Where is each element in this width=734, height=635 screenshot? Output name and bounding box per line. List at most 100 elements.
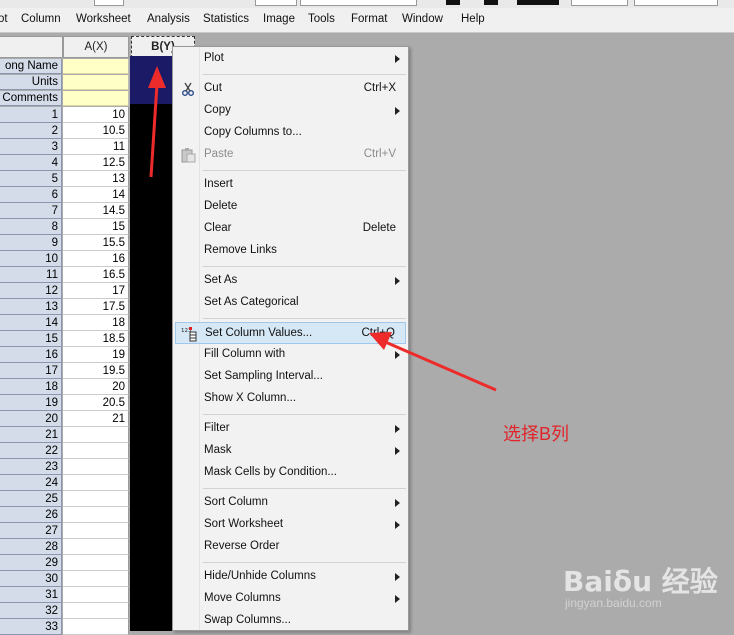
menu-item-insert[interactable]: Insert <box>175 174 406 196</box>
menu-image[interactable]: Image <box>263 13 295 25</box>
row-header[interactable]: 16 <box>0 347 62 363</box>
row-header[interactable]: 28 <box>0 539 62 555</box>
cell-a[interactable]: 18.5 <box>63 331 129 347</box>
menu-item-reverse-order[interactable]: Reverse Order <box>175 536 406 558</box>
row-header[interactable]: 22 <box>0 443 62 459</box>
cell-a[interactable]: 13 <box>63 171 129 187</box>
toolbar-field[interactable] <box>634 0 718 6</box>
menu-item-swap-columns[interactable]: Swap Columns... <box>175 610 406 632</box>
menu-plot[interactable]: ot <box>0 13 8 25</box>
menu-item-set-sampling-interval[interactable]: Set Sampling Interval... <box>175 366 406 388</box>
row-header[interactable]: 17 <box>0 363 62 379</box>
cell-a[interactable]: 18 <box>63 315 129 331</box>
cell-a[interactable]: 17 <box>63 283 129 299</box>
menu-item-sort-worksheet[interactable]: Sort Worksheet <box>175 514 406 536</box>
row-header[interactable]: 21 <box>0 427 62 443</box>
menu-item-plot[interactable]: Plot <box>175 48 406 70</box>
meta-cell-a[interactable] <box>63 91 129 106</box>
menu-item-hide-unhide-columns[interactable]: Hide/Unhide Columns <box>175 566 406 588</box>
cell-a[interactable]: 14.5 <box>63 203 129 219</box>
color-swatch-icon[interactable] <box>484 0 498 5</box>
row-header[interactable]: 7 <box>0 203 62 219</box>
toolbar-field[interactable] <box>255 0 297 6</box>
cell-a[interactable]: 16 <box>63 251 129 267</box>
cell-a[interactable] <box>63 603 129 619</box>
menu-window[interactable]: Window <box>402 13 443 25</box>
row-header[interactable]: 33 <box>0 619 62 635</box>
menu-item-cut[interactable]: Cut Ctrl+X <box>175 78 406 100</box>
menu-item-set-as[interactable]: Set As <box>175 270 406 292</box>
toolbar-field[interactable] <box>571 0 628 6</box>
cell-a[interactable]: 21 <box>63 411 129 427</box>
meta-cell-a[interactable] <box>63 59 129 74</box>
row-header[interactable]: 15 <box>0 331 62 347</box>
menu-item-mask[interactable]: Mask <box>175 440 406 462</box>
cell-a[interactable]: 20 <box>63 379 129 395</box>
row-header[interactable]: 23 <box>0 459 62 475</box>
row-header[interactable]: 29 <box>0 555 62 571</box>
row-header[interactable]: 20 <box>0 411 62 427</box>
cell-a[interactable]: 14 <box>63 187 129 203</box>
cell-a[interactable] <box>63 491 129 507</box>
corner-cell[interactable] <box>0 36 63 58</box>
menu-worksheet[interactable]: Worksheet <box>76 13 131 25</box>
cell-a[interactable]: 10.5 <box>63 123 129 139</box>
menu-item-mask-cells-by-condition[interactable]: Mask Cells by Condition... <box>175 462 406 484</box>
cell-a[interactable]: 16.5 <box>63 267 129 283</box>
row-header[interactable]: 11 <box>0 267 62 283</box>
row-header[interactable]: 31 <box>0 587 62 603</box>
row-header[interactable]: 25 <box>0 491 62 507</box>
row-header[interactable]: 10 <box>0 251 62 267</box>
cell-a[interactable] <box>63 587 129 603</box>
cell-a[interactable] <box>63 443 129 459</box>
cell-a[interactable]: 20.5 <box>63 395 129 411</box>
cell-a[interactable] <box>63 539 129 555</box>
column-header-a[interactable]: A(X) <box>63 36 129 58</box>
row-header[interactable]: 24 <box>0 475 62 491</box>
menu-item-clear[interactable]: Clear Delete <box>175 218 406 240</box>
menu-tools[interactable]: Tools <box>308 13 335 25</box>
menu-item-remove-links[interactable]: Remove Links <box>175 240 406 262</box>
row-header[interactable]: 4 <box>0 155 62 171</box>
row-header[interactable]: 5 <box>0 171 62 187</box>
cell-a[interactable]: 10 <box>63 107 129 123</box>
menu-item-fill-column-with[interactable]: Fill Column with <box>175 344 406 366</box>
cell-a[interactable]: 15 <box>63 219 129 235</box>
menu-item-move-columns[interactable]: Move Columns <box>175 588 406 610</box>
row-header[interactable]: 8 <box>0 219 62 235</box>
cell-a[interactable] <box>63 427 129 443</box>
row-header[interactable]: 27 <box>0 523 62 539</box>
menu-item-copy-columns-to[interactable]: Copy Columns to... <box>175 122 406 144</box>
row-header[interactable]: 6 <box>0 187 62 203</box>
cell-a[interactable]: 19 <box>63 347 129 363</box>
menu-item-filter[interactable]: Filter <box>175 418 406 440</box>
meta-cell-a[interactable] <box>63 75 129 90</box>
menu-item-show-x-column[interactable]: Show X Column... <box>175 388 406 410</box>
row-header[interactable]: 26 <box>0 507 62 523</box>
cell-a[interactable] <box>63 619 129 635</box>
row-header[interactable]: 32 <box>0 603 62 619</box>
row-header[interactable]: 19 <box>0 395 62 411</box>
row-header[interactable]: 3 <box>0 139 62 155</box>
cell-a[interactable]: 12.5 <box>63 155 129 171</box>
menu-item-paste[interactable]: Paste Ctrl+V <box>175 144 406 166</box>
cell-a[interactable] <box>63 507 129 523</box>
row-header[interactable]: 9 <box>0 235 62 251</box>
menu-item-sort-column[interactable]: Sort Column <box>175 492 406 514</box>
cell-a[interactable] <box>63 523 129 539</box>
cell-a[interactable]: 11 <box>63 139 129 155</box>
menu-item-set-column-values[interactable]: 123 Set Column Values... Ctrl+Q <box>175 322 406 344</box>
column-b-selected[interactable] <box>130 56 172 631</box>
menu-statistics[interactable]: Statistics <box>203 13 249 25</box>
row-header[interactable]: 18 <box>0 379 62 395</box>
menu-column[interactable]: Column <box>21 13 61 25</box>
menu-analysis[interactable]: Analysis <box>147 13 190 25</box>
row-header[interactable]: 1 <box>0 107 62 123</box>
cell-a[interactable]: 19.5 <box>63 363 129 379</box>
cell-a[interactable] <box>63 571 129 587</box>
toolbar-field[interactable] <box>300 0 417 6</box>
cell-a[interactable]: 17.5 <box>63 299 129 315</box>
row-header[interactable]: 30 <box>0 571 62 587</box>
toolbar-field[interactable] <box>94 0 124 6</box>
menu-item-set-as-categorical[interactable]: Set As Categorical <box>175 292 406 314</box>
